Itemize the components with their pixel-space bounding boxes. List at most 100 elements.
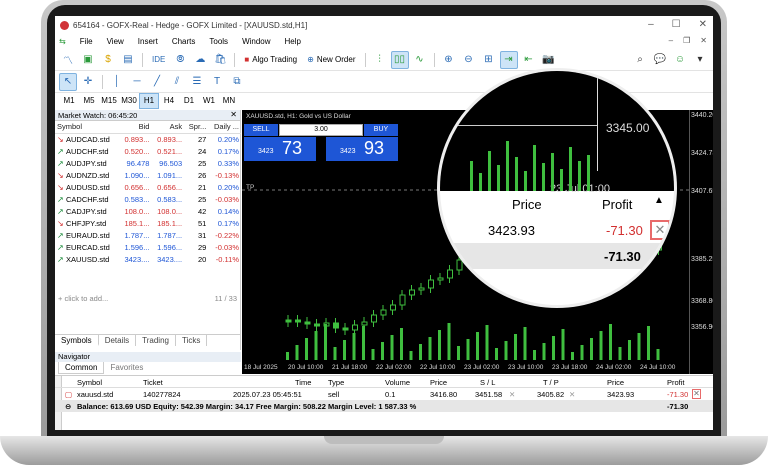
tf-mn[interactable]: MN xyxy=(219,94,239,108)
mw-col-2[interactable]: Ask xyxy=(151,121,185,134)
screenshot-icon[interactable]: 📷 xyxy=(540,51,558,69)
tab-favorites[interactable]: Favorites xyxy=(104,362,149,374)
menu-charts[interactable]: Charts xyxy=(172,37,196,46)
table-row[interactable]: ↘ AUDCAD.std 0.893... 0.893... 27 0.20% xyxy=(55,133,241,145)
tf-m1[interactable]: M1 xyxy=(59,94,79,108)
lens-close-position-icon[interactable]: ✕ xyxy=(650,220,670,240)
buy-button[interactable]: BUY xyxy=(364,124,398,136)
mdi-restore-icon[interactable]: ❐ xyxy=(683,36,690,45)
cursor-icon[interactable]: ↖ xyxy=(59,72,77,91)
sort-up-icon[interactable]: ▲ xyxy=(654,195,664,206)
table-row[interactable]: ↘ AUDUSD.std 0.656... 0.656... 21 0.20% xyxy=(55,181,241,193)
market-icon[interactable]: 🛍 xyxy=(211,51,229,69)
table-row[interactable]: ↘ CHFJPY.std 185.1... 185.1... 51 0.17% xyxy=(55,217,241,229)
pos-col-7[interactable]: T / P xyxy=(543,378,559,387)
candlestick-icon[interactable]: ▯▯ xyxy=(390,50,409,69)
zoom-in-icon[interactable]: ⊕ xyxy=(440,51,458,69)
tab-details[interactable]: Details xyxy=(99,335,137,346)
new-order-button[interactable]: ⊕ New Order xyxy=(303,51,359,69)
tab-ticks[interactable]: Ticks xyxy=(176,335,208,346)
tf-w1[interactable]: W1 xyxy=(199,94,219,108)
pos-col-6[interactable]: S / L xyxy=(480,378,495,387)
tf-h1[interactable]: H1 xyxy=(139,93,159,109)
new-chart-icon[interactable]: 〽 xyxy=(59,51,77,69)
table-row[interactable]: ↗ XAUUSD.std 3423.... 3423.... 20 -0.11% xyxy=(55,253,241,265)
table-row[interactable]: ↗ CADJPY.std 108.0... 108.0... 42 0.14% xyxy=(55,205,241,217)
menu-file[interactable]: File xyxy=(80,37,93,46)
buy-price-button[interactable]: 3423 93 xyxy=(326,137,398,161)
ide-button[interactable]: IDE xyxy=(148,51,169,69)
tf-m15[interactable]: M15 xyxy=(99,94,119,108)
minimize-icon[interactable]: – xyxy=(648,19,654,30)
menu-view[interactable]: View xyxy=(107,37,124,46)
tf-d1[interactable]: D1 xyxy=(179,94,199,108)
signals-icon[interactable]: ⦾ xyxy=(171,51,189,69)
table-row[interactable]: ↗ EURAUD.std 1.787... 1.787... 31 -0.22% xyxy=(55,229,241,241)
mdi-minimize-icon[interactable]: – xyxy=(669,36,673,45)
market-watch-icon[interactable]: $ xyxy=(99,51,117,69)
menu-insert[interactable]: Insert xyxy=(138,37,158,46)
mw-col-3[interactable]: Spr... xyxy=(184,121,209,134)
mw-col-4[interactable]: Daily ... xyxy=(208,121,241,134)
pos-col-9[interactable]: Profit xyxy=(667,378,685,387)
pos-col-5[interactable]: Price xyxy=(430,378,447,387)
line-chart-icon[interactable]: ∿ xyxy=(411,51,429,69)
mdi-close-icon[interactable]: ✕ xyxy=(700,36,707,45)
pos-col-3[interactable]: Type xyxy=(328,378,344,387)
pos-col-4[interactable]: Volume xyxy=(385,378,410,387)
menu-icon[interactable]: ⇆ xyxy=(59,37,66,46)
close-position-icon[interactable]: ✕ xyxy=(692,389,701,399)
tile-windows-icon[interactable]: ⊞ xyxy=(480,51,498,69)
shapes-icon[interactable]: ⧉ xyxy=(228,73,246,91)
horizontal-line-icon[interactable]: ─ xyxy=(128,73,146,91)
tf-h4[interactable]: H4 xyxy=(159,94,179,108)
sell-price-button[interactable]: 3423 73 xyxy=(244,137,316,161)
tp-clear-icon[interactable]: ✕ xyxy=(569,390,575,399)
position-row[interactable]: ▢ xauusd.std 140277824 2025.07.23 05:45:… xyxy=(55,388,713,400)
table-row[interactable]: ↗ CADCHF.std 0.583... 0.583... 25 -0.03% xyxy=(55,193,241,205)
table-row[interactable]: ↗ EURCAD.std 1.596... 1.596... 29 -0.03% xyxy=(55,241,241,253)
market-watch-close-icon[interactable]: ✕ xyxy=(230,110,237,119)
close-icon[interactable]: ✕ xyxy=(699,19,707,30)
menu-window[interactable]: Window xyxy=(242,37,270,46)
balance-collapse-icon[interactable]: ⊖ xyxy=(65,402,71,411)
add-symbol-row[interactable]: + click to add... 11 / 33 xyxy=(55,294,241,303)
mw-col-1[interactable]: Bid xyxy=(118,121,152,134)
table-row[interactable]: ↗ AUDCHF.std 0.520... 0.521... 24 0.17% xyxy=(55,145,241,157)
auto-scroll-icon[interactable]: ⇥ xyxy=(499,50,518,69)
tf-m5[interactable]: M5 xyxy=(79,94,99,108)
data-window-icon[interactable]: ▤ xyxy=(119,51,137,69)
chart-shift-icon[interactable]: ⇤ xyxy=(520,51,538,69)
vps-icon[interactable]: ☁ xyxy=(191,51,209,69)
tf-m30[interactable]: M30 xyxy=(119,94,139,108)
menu-tools[interactable]: Tools xyxy=(209,37,228,46)
pos-col-8[interactable]: Price xyxy=(607,378,624,387)
account-icon[interactable]: ☺ xyxy=(671,51,689,69)
search-icon[interactable]: ⌕ xyxy=(631,51,649,69)
sell-button[interactable]: SELL xyxy=(244,124,278,136)
channel-icon[interactable]: ⫽ xyxy=(168,73,186,91)
pos-col-1[interactable]: Ticket xyxy=(143,378,163,387)
tab-symbols[interactable]: Symbols xyxy=(55,335,99,346)
zoom-out-icon[interactable]: ⊖ xyxy=(460,51,478,69)
mw-col-0[interactable]: Symbol xyxy=(55,121,119,134)
text-tool-icon[interactable]: T xyxy=(208,73,226,91)
table-row[interactable]: ↘ AUDNZD.std 1.090... 1.091... 26 -0.13% xyxy=(55,169,241,181)
dropdown-icon[interactable]: ▾ xyxy=(691,51,709,69)
vertical-line-icon[interactable]: │ xyxy=(108,73,126,91)
algo-trading-button[interactable]: ■ Algo Trading xyxy=(240,51,301,69)
pos-col-0[interactable]: Symbol xyxy=(77,378,102,387)
profiles-icon[interactable]: ▣ xyxy=(79,51,97,69)
lot-input[interactable]: 3.00 xyxy=(279,124,363,136)
notifications-icon[interactable]: 💬 xyxy=(651,51,669,69)
menu-help[interactable]: Help xyxy=(285,37,301,46)
tab-common[interactable]: Common xyxy=(58,362,105,374)
tab-trading[interactable]: Trading xyxy=(136,335,176,346)
bar-chart-icon[interactable]: ⫶ xyxy=(371,51,389,69)
crosshair-icon[interactable]: ✛ xyxy=(79,73,97,91)
table-row[interactable]: ↗ AUDJPY.std 96.478 96.503 25 0.33% xyxy=(55,157,241,169)
pos-col-2[interactable]: Time xyxy=(295,378,311,387)
fibonacci-icon[interactable]: ☰ xyxy=(188,73,206,91)
maximize-icon[interactable]: ☐ xyxy=(672,19,681,30)
sl-clear-icon[interactable]: ✕ xyxy=(509,390,515,399)
